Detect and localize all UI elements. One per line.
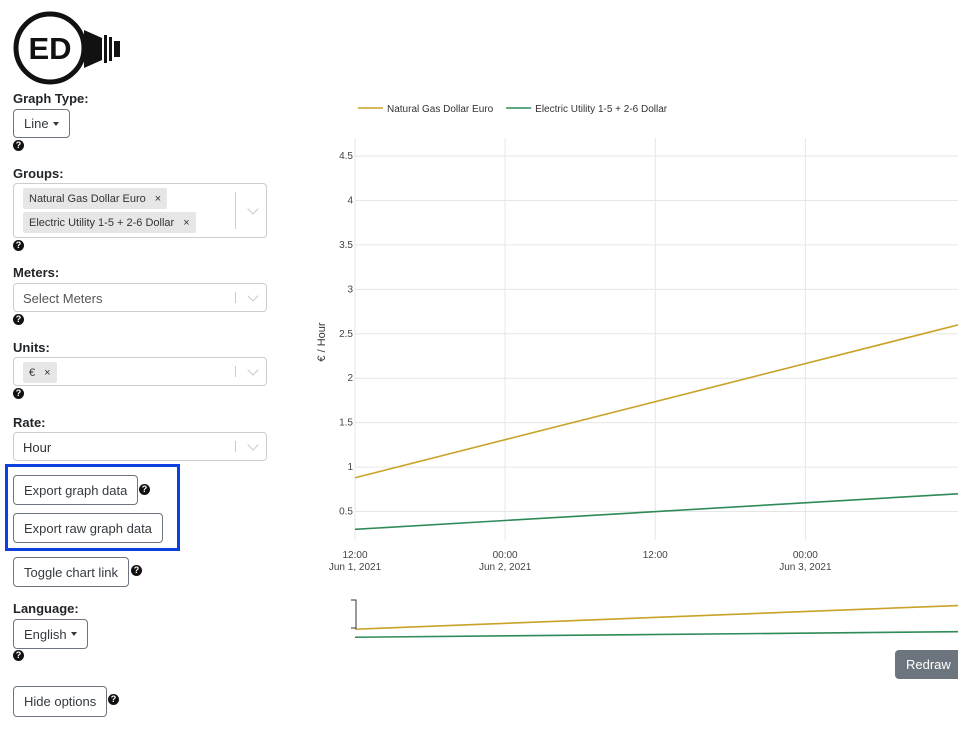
y-tick-label: 4.5 — [339, 151, 353, 162]
y-tick-label: 3 — [347, 284, 353, 295]
x-tick-label: 12:00 — [342, 550, 367, 561]
redraw-button[interactable]: Redraw — [895, 650, 958, 679]
y-axis-label: € / Hour — [316, 322, 328, 361]
range-slider-handle — [351, 599, 357, 629]
x-tick-label: 00:00 — [793, 550, 818, 561]
legend-label: Electric Utility 1-5 + 2-6 Dollar — [535, 104, 668, 115]
legend-label: Natural Gas Dollar Euro — [387, 104, 494, 115]
series-line — [354, 324, 958, 479]
x-tick-sublabel: Jun 2, 2021 — [479, 562, 532, 573]
x-tick-label: 12:00 — [643, 550, 668, 561]
y-tick-label: 3.5 — [339, 240, 353, 251]
y-tick-label: 1.5 — [339, 418, 353, 429]
y-tick-label: 2 — [347, 373, 353, 384]
y-tick-label: 1 — [347, 462, 353, 473]
y-tick-label: 4 — [347, 195, 353, 206]
y-tick-label: 2.5 — [339, 329, 353, 340]
y-tick-label: 0.5 — [339, 507, 353, 518]
x-tick-label: 00:00 — [493, 550, 518, 561]
x-tick-sublabel: Jun 1, 2021 — [329, 562, 382, 573]
range-slider-series-line — [354, 604, 958, 631]
line-chart[interactable]: 0.511.522.533.544.512:00Jun 1, 202100:00… — [0, 0, 958, 744]
range-slider-series-line — [354, 630, 958, 639]
x-tick-sublabel: Jun 3, 2021 — [779, 562, 832, 573]
